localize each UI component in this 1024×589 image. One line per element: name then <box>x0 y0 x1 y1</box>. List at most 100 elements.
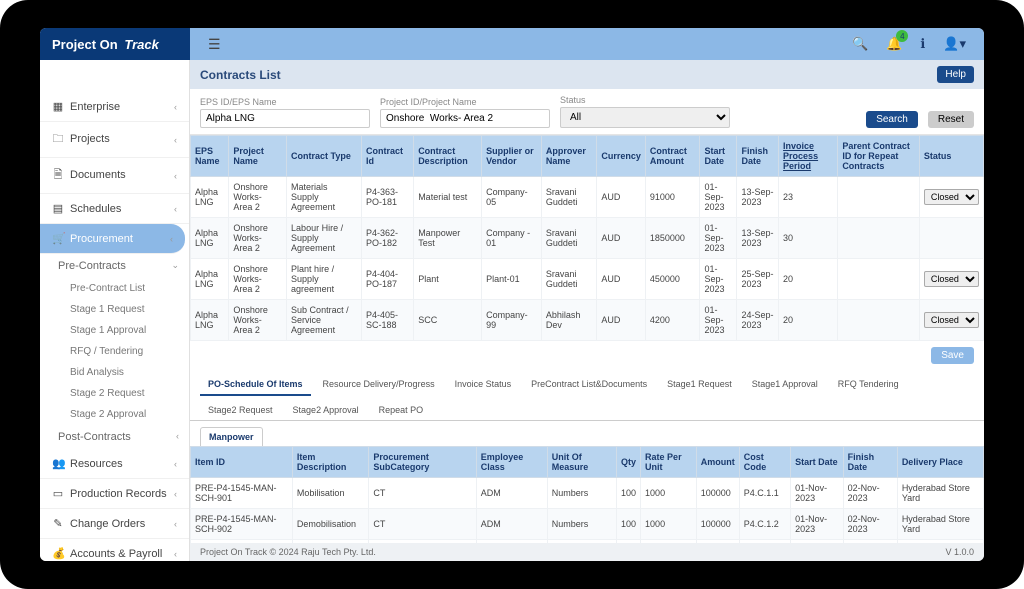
contracts-header[interactable]: Finish Date <box>737 136 779 177</box>
contracts-header[interactable]: Start Date <box>700 136 737 177</box>
sidebar-sub-post-contracts[interactable]: Post-Contracts‹ <box>40 425 189 449</box>
contracts-header[interactable]: Approver Name <box>541 136 596 177</box>
change orders-icon: ✎ <box>52 517 64 530</box>
reset-button[interactable]: Reset <box>928 111 974 128</box>
schedule-header[interactable]: Start Date <box>791 447 844 478</box>
schedule-header[interactable]: Amount <box>696 447 739 478</box>
contracts-header[interactable]: Invoice Process Period <box>779 136 838 177</box>
footer-left: Project On Track © 2024 Raju Tech Pty. L… <box>200 547 376 557</box>
sidebar-item-projects[interactable]: 🗀Projects‹ <box>40 122 189 158</box>
tab-rfq-tendering[interactable]: RFQ Tendering <box>830 374 907 396</box>
filter-row: EPS ID/EPS Name Project ID/Project Name … <box>190 89 984 135</box>
sidebar-sub-pre-contract-list[interactable]: Pre-Contract List <box>40 278 189 299</box>
subtab-manpower[interactable]: Manpower <box>200 427 263 446</box>
contracts-header[interactable]: Contract Amount <box>645 136 700 177</box>
contracts-header[interactable]: Contract Id <box>361 136 413 177</box>
chevron-icon: ‹ <box>174 459 177 469</box>
status-dropdown[interactable]: Closed <box>924 271 979 287</box>
notifications-icon[interactable]: 🔔4 <box>886 36 902 52</box>
page-header: Contracts List Help <box>190 60 984 89</box>
tab-resource-delivery-progress[interactable]: Resource Delivery/Progress <box>315 374 443 396</box>
contracts-header[interactable]: Contract Description <box>414 136 482 177</box>
schedule-header[interactable]: Delivery Place <box>897 447 983 478</box>
search-icon[interactable]: 🔍 <box>852 36 868 52</box>
schedule-header[interactable]: Rate Per Unit <box>641 447 697 478</box>
sidebar-item-resources[interactable]: 👥Resources‹ <box>40 449 189 479</box>
tab-stage-approval[interactable]: Stage1 Approval <box>744 374 826 396</box>
status-dropdown[interactable]: Closed <box>924 189 979 205</box>
tab-stage-approval[interactable]: Stage2 Approval <box>285 400 367 420</box>
sidebar-sub-pre-contracts[interactable]: Pre-Contracts⌄ <box>40 254 189 278</box>
schedule-row[interactable]: PRE-P4-1545-MAN-SCH-901MobilisationCTADM… <box>191 478 984 509</box>
sidebar-sub-rfq-tendering[interactable]: RFQ / Tendering <box>40 341 189 362</box>
schedule-header[interactable]: Item ID <box>191 447 293 478</box>
contracts-header[interactable]: Project Name <box>229 136 287 177</box>
sidebar-sub-stage-request[interactable]: Stage 1 Request <box>40 299 189 320</box>
sidebar-item-documents[interactable]: 🗎Documents‹ <box>40 158 189 194</box>
eps-input[interactable] <box>200 109 370 128</box>
user-menu-icon[interactable]: 👤▾ <box>943 36 966 52</box>
tab-precontract-list-documents[interactable]: PreContract List&Documents <box>523 374 655 396</box>
chevron-icon: ‹ <box>170 234 173 244</box>
documents-icon: 🗎 <box>52 166 64 185</box>
tab-stage-request[interactable]: Stage2 Request <box>200 400 281 420</box>
chevron-icon: ‹ <box>174 489 177 499</box>
schedule-header[interactable]: Qty <box>617 447 641 478</box>
status-select[interactable]: All <box>560 107 730 128</box>
tab-invoice-status[interactable]: Invoice Status <box>447 374 520 396</box>
search-button[interactable]: Search <box>866 111 918 128</box>
tab-repeat-po[interactable]: Repeat PO <box>371 400 432 420</box>
schedule-header[interactable]: Employee Class <box>476 447 547 478</box>
eps-label: EPS ID/EPS Name <box>200 97 370 107</box>
sidebar-sub-stage-approval[interactable]: Stage 1 Approval <box>40 320 189 341</box>
contracts-header[interactable]: EPS Name <box>191 136 229 177</box>
help-button[interactable]: Help <box>937 66 974 83</box>
save-button[interactable]: Save <box>931 347 974 364</box>
tabs: PO-Schedule Of ItemsResource Delivery/Pr… <box>190 370 984 421</box>
sidebar-item-procurement[interactable]: 🛒Procurement‹ <box>40 224 185 254</box>
contracts-header[interactable]: Supplier or Vendor <box>482 136 542 177</box>
schedules-icon: ▤ <box>52 202 64 215</box>
sidebar-item-accounts-payroll[interactable]: 💰Accounts & Payroll‹ <box>40 539 189 561</box>
sidebar-sub-bid-analysis[interactable]: Bid Analysis <box>40 362 189 383</box>
menu-toggle-icon[interactable]: ☰ <box>208 36 221 53</box>
contracts-header[interactable]: Parent Contract ID for Repeat Contracts <box>838 136 920 177</box>
chevron-icon: ‹ <box>174 102 177 112</box>
tab-stage-request[interactable]: Stage1 Request <box>659 374 740 396</box>
status-label: Status <box>560 95 730 105</box>
sidebar-sub-stage-request[interactable]: Stage 2 Request <box>40 383 189 404</box>
contracts-row[interactable]: Alpha LNGOnshore Works- Area 2Sub Contra… <box>191 300 984 341</box>
contracts-table: EPS NameProject NameContract TypeContrac… <box>190 135 984 341</box>
contracts-row[interactable]: Alpha LNGOnshore Works- Area 2Plant hire… <box>191 259 984 300</box>
sidebar-item-schedules[interactable]: ▤Schedules‹ <box>40 194 189 224</box>
contracts-row[interactable]: Alpha LNGOnshore Works- Area 2Materials … <box>191 177 984 218</box>
schedule-row[interactable]: PRE-P4-1545-MAN-SCH-902DemobilisationCTA… <box>191 509 984 540</box>
status-dropdown[interactable]: Closed <box>924 312 979 328</box>
sidebar-item-enterprise[interactable]: ▦Enterprise‹ <box>40 92 189 122</box>
project-input[interactable] <box>380 109 550 128</box>
main-content: Contracts List Help EPS ID/EPS Name Proj… <box>190 60 984 561</box>
contracts-row[interactable]: Alpha LNGOnshore Works- Area 2Labour Hir… <box>191 218 984 259</box>
schedule-header[interactable]: Procurement SubCategory <box>369 447 476 478</box>
sidebar-item-production-records[interactable]: ▭Production Records‹ <box>40 479 189 509</box>
brand-part1: Project On <box>52 37 118 52</box>
footer-right: V 1.0.0 <box>945 547 974 557</box>
schedule-header[interactable]: Cost Code <box>739 447 790 478</box>
sidebar-item-change-orders[interactable]: ✎Change Orders‹ <box>40 509 189 539</box>
schedule-header[interactable]: Finish Date <box>843 447 897 478</box>
page-title: Contracts List <box>200 68 281 82</box>
accounts & payroll-icon: 💰 <box>52 547 64 560</box>
notification-badge: 4 <box>896 30 908 42</box>
contracts-header[interactable]: Status <box>919 136 983 177</box>
tab-po-schedule-of-items[interactable]: PO-Schedule Of Items <box>200 374 311 396</box>
info-icon[interactable]: ℹ <box>920 36 925 52</box>
brand-logo: Project On Track <box>40 28 190 60</box>
procurement-icon: 🛒 <box>52 232 64 245</box>
schedule-header[interactable]: Unit Of Measure <box>547 447 616 478</box>
chevron-icon: ‹ <box>174 549 177 559</box>
schedule-header[interactable]: Item Description <box>292 447 368 478</box>
enterprise-icon: ▦ <box>52 100 64 113</box>
contracts-header[interactable]: Currency <box>597 136 646 177</box>
contracts-header[interactable]: Contract Type <box>287 136 362 177</box>
sidebar-sub-stage-approval[interactable]: Stage 2 Approval <box>40 404 189 425</box>
